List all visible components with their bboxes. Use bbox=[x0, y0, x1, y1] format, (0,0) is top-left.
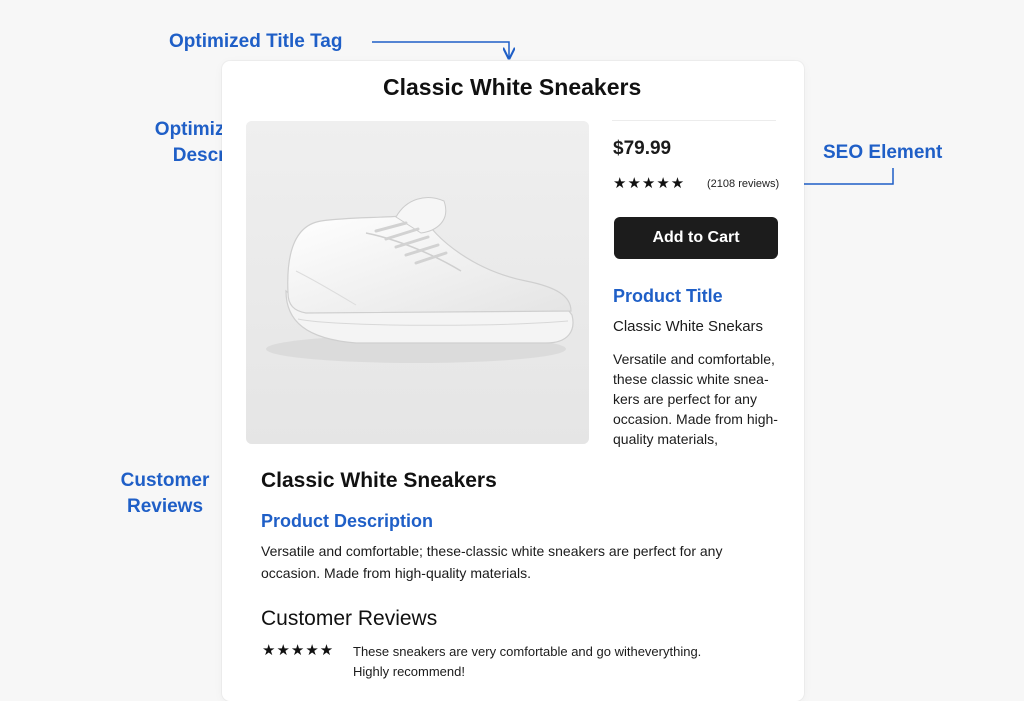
product-price: $79.99 bbox=[613, 138, 672, 159]
review-stars: ★★★★★ bbox=[262, 642, 335, 659]
annotation-seo-element: SEO Element bbox=[823, 142, 943, 163]
product-image[interactable] bbox=[246, 121, 589, 444]
annotation-customer-reviews: Customer Reviews bbox=[110, 468, 220, 520]
product-short-description: Versatile and comfortable, these classic… bbox=[613, 351, 778, 447]
customer-reviews-heading: Customer Reviews bbox=[261, 607, 438, 630]
annotation-customer-reviews-line1: Customer bbox=[120, 470, 210, 491]
seo-element-connector bbox=[795, 168, 894, 185]
rating-stars: ★★★★★ bbox=[613, 175, 686, 192]
divider bbox=[612, 120, 776, 121]
product-description-heading: Product Description bbox=[261, 511, 434, 531]
product-description-text: Versatile and comfortable; these-classic… bbox=[261, 543, 723, 581]
review-count-link[interactable]: (2108 reviews) bbox=[707, 178, 779, 190]
product-title-value: Classic White Snekars bbox=[613, 318, 764, 335]
add-to-cart-button[interactable]: Add to Cart bbox=[614, 217, 778, 259]
main-heading: Classic White Sneakers bbox=[261, 469, 497, 492]
annotation-customer-reviews-line2: Reviews bbox=[126, 496, 204, 517]
product-title-heading: Product Title bbox=[613, 286, 723, 306]
title-tag-arrow bbox=[372, 41, 509, 58]
sneaker-illustration bbox=[246, 121, 589, 444]
annotation-title-tag: Optimized Title Tag bbox=[169, 31, 343, 52]
review-text: These sneakers are very comfortable and … bbox=[353, 644, 702, 679]
page-title: Classic White Sneakers bbox=[383, 74, 642, 100]
